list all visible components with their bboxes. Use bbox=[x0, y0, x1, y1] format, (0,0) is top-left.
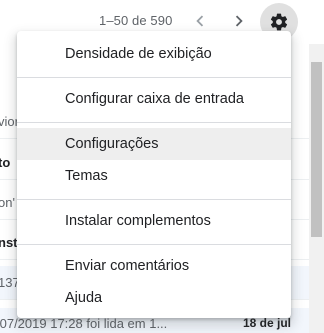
chevron-left-icon bbox=[196, 15, 204, 27]
menu-item-display-density[interactable]: Densidade de exibição bbox=[17, 38, 291, 70]
email-row-text: on' bbox=[0, 195, 15, 210]
inbox-scrollbar-thumb[interactable] bbox=[311, 62, 322, 237]
gear-icon bbox=[270, 13, 288, 31]
pagination-label: 1–50 de 590 bbox=[99, 13, 173, 28]
chevron-right-icon bbox=[235, 15, 243, 27]
menu-item-themes[interactable]: Temas bbox=[17, 160, 291, 192]
email-date: 18 de jul bbox=[243, 316, 292, 330]
email-row-text: to bbox=[0, 155, 11, 170]
menu-divider bbox=[17, 199, 291, 200]
menu-item-install-addons[interactable]: Instalar complementos bbox=[17, 205, 291, 237]
email-snippet: /07/2019 17:28 foi lida em 1... bbox=[0, 316, 168, 331]
menu-divider bbox=[17, 244, 291, 245]
menu-item-help[interactable]: Ajuda bbox=[17, 282, 291, 314]
settings-menu: Densidade de exibição Configurar caixa d… bbox=[17, 31, 291, 318]
menu-divider bbox=[17, 122, 291, 123]
menu-divider bbox=[17, 77, 291, 78]
menu-item-settings[interactable]: Configurações bbox=[17, 128, 291, 160]
menu-item-send-feedback[interactable]: Enviar comentários bbox=[17, 250, 291, 282]
newer-page-button[interactable] bbox=[228, 10, 250, 32]
email-row-text: nst bbox=[0, 235, 18, 250]
menu-item-configure-inbox[interactable]: Configurar caixa de entrada bbox=[17, 83, 291, 115]
older-page-button[interactable] bbox=[189, 10, 211, 32]
